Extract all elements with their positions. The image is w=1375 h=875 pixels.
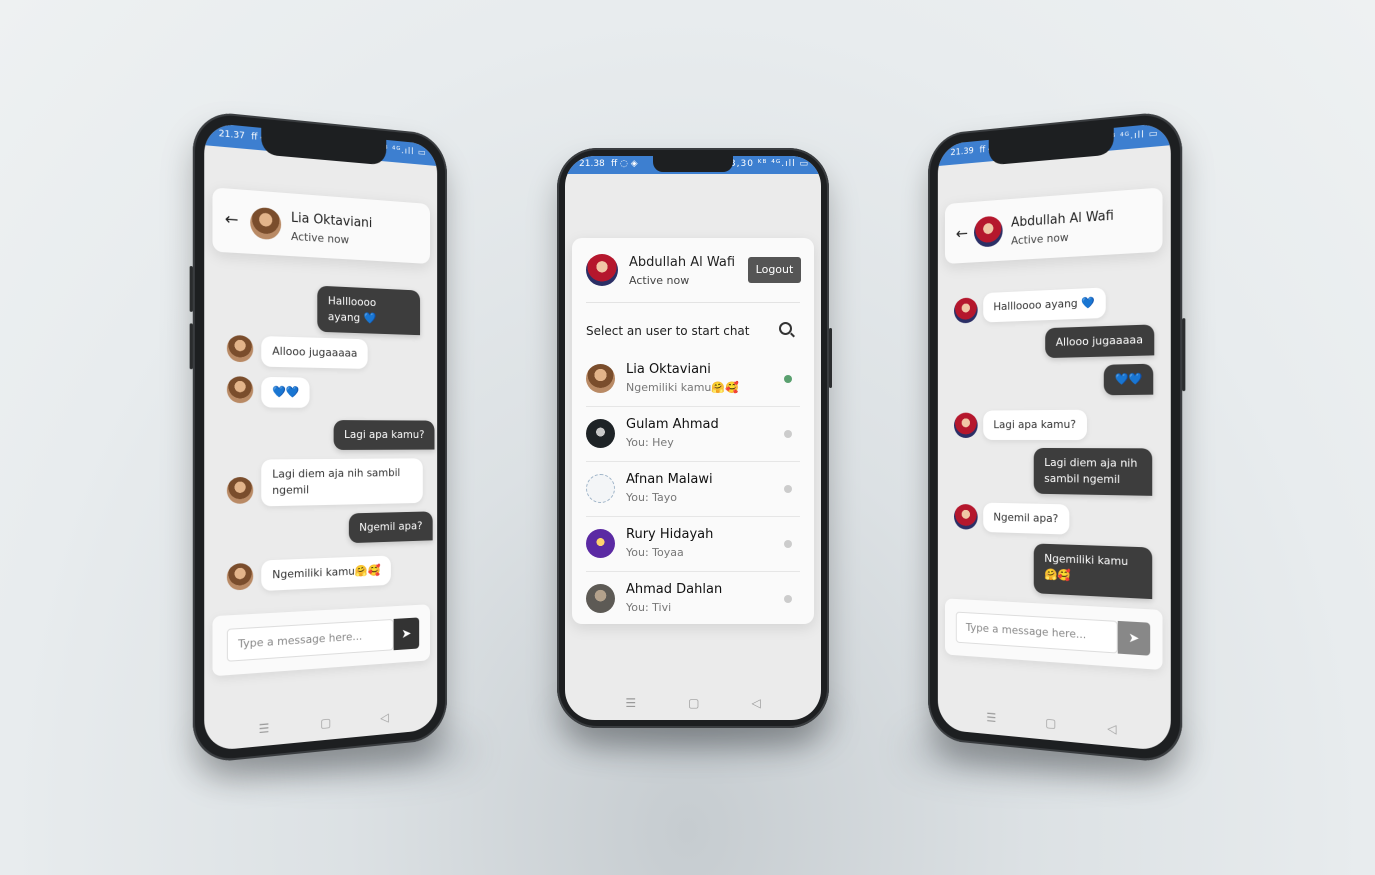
- camera-notch: [653, 156, 733, 172]
- message-bubble: Ngemil apa?: [348, 511, 433, 544]
- user-last-message: Ngemiliki kamu🤗🥰: [626, 381, 739, 394]
- user-name: Ahmad Dahlan: [626, 582, 723, 597]
- user-list-item[interactable]: Ahmad Dahlan You: Tivi: [586, 572, 800, 624]
- logout-button[interactable]: Logout: [748, 257, 801, 283]
- user-avatar: [586, 584, 615, 613]
- user-avatar: [586, 529, 615, 558]
- center-screen: 21.38 ff ◌ ◈ ⏰ 3,30 ᴷᴮ ⁴ᴳ.ıll ▭ Abdullah…: [565, 156, 821, 720]
- message-composer: Type a message here... ➤: [945, 598, 1163, 671]
- left-phone: 21.37 ff ◌ ◈ ⏰ 2,00 ᴷᴮ ⁴ᴳ.ıll ▭ ← Lia Ok…: [189, 109, 447, 765]
- message-bubble: Lagi diem aja nih sambil ngemil: [261, 458, 423, 507]
- message-avatar: [954, 412, 978, 438]
- divider: [586, 302, 800, 303]
- message-bubble: 💙💙: [261, 376, 310, 408]
- message-avatar: [954, 503, 978, 530]
- user-name: Afnan Malawi: [626, 472, 713, 487]
- user-list-item[interactable]: Lia Oktaviani Ngemiliki kamu🤗🥰: [586, 352, 800, 407]
- message-bubble: Allooo jugaaaaa: [261, 335, 368, 369]
- system-nav-bar: ☰ ▢ ◁: [565, 688, 821, 718]
- home-nav-icon[interactable]: ▢: [320, 715, 331, 730]
- right-phone: 21.39 ff ◌ ☁ ◈ ⏰ 3,80 ᴷᴮ ⁴ᴳ.ıll ▭ ← Abdu…: [928, 109, 1186, 765]
- message-bubble: 💙💙: [1103, 363, 1154, 396]
- message-bubble: Lagi apa kamu?: [333, 420, 435, 450]
- user-list-item[interactable]: Gulam Ahmad You: Hey: [586, 407, 800, 462]
- user-list-item[interactable]: Rury Hidayah You: Toyaa: [586, 517, 800, 572]
- user-last-message: You: Tivi: [626, 601, 672, 614]
- status-left-icons: ff ◌ ◈: [611, 159, 638, 169]
- home-nav-icon[interactable]: ▢: [688, 696, 699, 710]
- left-screen: 21.37 ff ◌ ◈ ⏰ 2,00 ᴷᴮ ⁴ᴳ.ıll ▭ ← Lia Ok…: [204, 122, 438, 752]
- message-bubble: Hallloooo ayang 💙: [983, 287, 1106, 323]
- current-user-name: Abdullah Al Wafi: [629, 255, 736, 270]
- message-bubble: Lagi diem aja nih sambil ngemil: [1033, 447, 1153, 496]
- camera-notch: [261, 127, 387, 166]
- contact-name: Lia Oktaviani: [290, 210, 373, 232]
- send-icon: ➤: [1128, 630, 1140, 647]
- message-avatar: [226, 376, 254, 404]
- user-avatar: [586, 364, 615, 393]
- contact-name: Abdullah Al Wafi: [1011, 208, 1114, 231]
- message-bubble: Ngemiliki kamu🤗🥰: [261, 555, 391, 592]
- user-avatar: [586, 474, 615, 503]
- user-name: Gulam Ahmad: [626, 417, 719, 432]
- contact-status: Active now: [290, 229, 350, 247]
- search-prompt: Select an user to start chat: [586, 324, 750, 338]
- message-avatar: [226, 476, 254, 505]
- home-nav-icon[interactable]: ▢: [1045, 716, 1056, 731]
- system-nav-bar: ☰ ▢ ◁: [938, 696, 1171, 751]
- back-arrow-icon[interactable]: ←: [225, 209, 239, 229]
- message-bubble: Ngemil apa?: [983, 502, 1069, 535]
- back-nav-icon[interactable]: ◁: [380, 710, 389, 725]
- status-time: 21.37: [218, 128, 245, 142]
- user-name: Lia Oktaviani: [626, 362, 711, 377]
- menu-nav-icon[interactable]: ☰: [259, 721, 270, 736]
- offline-status-dot: [784, 540, 792, 548]
- current-user-avatar: [586, 254, 618, 286]
- user-last-message: You: Toyaa: [626, 546, 684, 559]
- user-name: Rury Hidayah: [626, 527, 714, 542]
- contact-avatar: [974, 215, 1003, 248]
- back-nav-icon[interactable]: ◁: [1107, 721, 1116, 736]
- menu-nav-icon[interactable]: ☰: [986, 710, 996, 725]
- contact-status: Active now: [1011, 230, 1069, 248]
- center-phone: 21.38 ff ◌ ◈ ⏰ 3,30 ᴷᴮ ⁴ᴳ.ıll ▭ Abdullah…: [557, 148, 832, 728]
- search-icon-handle: [790, 332, 795, 338]
- offline-status-dot: [784, 595, 792, 603]
- offline-status-dot: [784, 485, 792, 493]
- message-input[interactable]: Type a message here...: [226, 618, 394, 662]
- camera-notch: [988, 127, 1114, 166]
- message-composer: Type a message here... ➤: [212, 604, 430, 677]
- status-time: 21.38: [579, 159, 605, 169]
- user-last-message: You: Tayo: [626, 491, 678, 504]
- offline-status-dot: [784, 430, 792, 438]
- status-time: 21.39: [950, 146, 974, 159]
- message-avatar: [954, 297, 978, 324]
- message-bubble: Ngemiliki kamu🤗🥰: [1033, 543, 1153, 600]
- send-button[interactable]: ➤: [393, 617, 420, 651]
- user-avatar: [586, 419, 615, 448]
- message-input[interactable]: Type a message here...: [955, 611, 1118, 654]
- message-avatar: [226, 334, 254, 363]
- users-panel: Abdullah Al Wafi Active now Logout Selec…: [572, 238, 814, 624]
- chat-header: ← Abdullah Al Wafi Active now: [945, 187, 1163, 264]
- user-last-message: You: Hey: [626, 436, 674, 449]
- back-arrow-icon[interactable]: ←: [956, 224, 968, 243]
- message-bubble: Lagi apa kamu?: [983, 409, 1087, 441]
- online-status-dot: [784, 375, 792, 383]
- current-user-status: Active now: [629, 274, 690, 287]
- right-screen: 21.39 ff ◌ ☁ ◈ ⏰ 3,80 ᴷᴮ ⁴ᴳ.ıll ▭ ← Abdu…: [937, 122, 1171, 752]
- user-list-item[interactable]: Afnan Malawi You: Tayo: [586, 462, 800, 517]
- back-nav-icon[interactable]: ◁: [751, 696, 760, 710]
- contact-avatar: [250, 206, 282, 241]
- message-avatar: [226, 562, 254, 591]
- chat-header: ← Lia Oktaviani Active now: [212, 187, 430, 264]
- send-button[interactable]: ➤: [1117, 620, 1151, 656]
- message-bubble: Hallloooo ayang 💙: [317, 285, 421, 336]
- send-icon: ➤: [401, 626, 412, 642]
- menu-nav-icon[interactable]: ☰: [625, 696, 636, 710]
- message-bubble: Allooo jugaaaaa: [1045, 324, 1155, 359]
